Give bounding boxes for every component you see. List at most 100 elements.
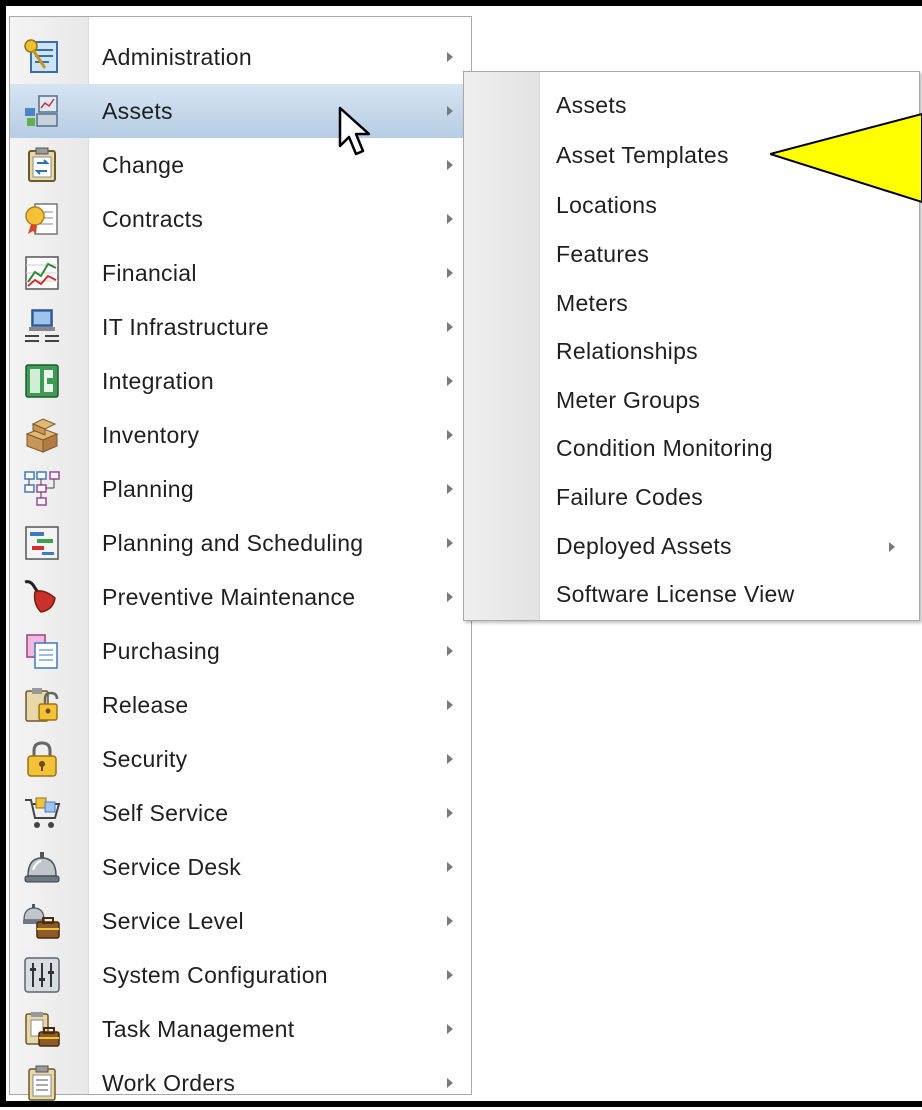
submenu-arrow-icon <box>447 592 453 602</box>
menu-item-label: Planning <box>102 476 194 502</box>
submenu-arrow-icon <box>447 916 453 926</box>
submenu-item-label: Asset Templates <box>556 142 729 168</box>
menu-item-service-desk[interactable]: Service Desk <box>10 840 471 894</box>
task-management-icon <box>23 1010 61 1048</box>
submenu-arrow-icon <box>447 970 453 980</box>
menu-item-task-management[interactable]: Task Management <box>10 1002 471 1056</box>
submenu-item-label: Software License View <box>556 581 795 607</box>
security-icon <box>23 740 61 778</box>
menu-item-label: Contracts <box>102 206 204 232</box>
menu-item-label: Purchasing <box>102 638 221 664</box>
submenu-item-condition-monitoring[interactable]: Condition Monitoring <box>464 425 919 473</box>
submenu-arrow-icon <box>447 538 453 548</box>
menu-item-label: System Configuration <box>102 962 328 988</box>
menu-item-label: IT Infrastructure <box>102 314 270 340</box>
inventory-icon <box>23 416 61 454</box>
submenu-arrow-icon <box>889 542 895 552</box>
it-infrastructure-icon <box>23 308 61 346</box>
menu-item-integration[interactable]: Integration <box>10 354 471 408</box>
menu-item-label: Administration <box>102 44 252 70</box>
preventive-maintenance-icon <box>23 578 61 616</box>
submenu-item-label: Features <box>556 241 650 267</box>
submenu-arrow-icon <box>447 52 453 62</box>
admin-icon <box>23 38 61 76</box>
self-service-icon <box>23 794 61 832</box>
menu-item-planning[interactable]: Planning <box>10 462 471 516</box>
submenu-arrow-icon <box>447 322 453 332</box>
menu-item-release[interactable]: Release <box>10 678 471 732</box>
submenu-item-label: Assets <box>556 92 627 118</box>
submenu-item-relationships[interactable]: Relationships <box>464 328 919 376</box>
mouse-cursor-icon <box>338 106 371 156</box>
menu-item-planning-and-scheduling[interactable]: Planning and Scheduling <box>10 516 471 570</box>
submenu-arrow-icon <box>447 1024 453 1034</box>
submenu-item-software-license-view[interactable]: Software License View <box>464 571 919 619</box>
submenu-item-meter-groups[interactable]: Meter Groups <box>464 377 919 425</box>
submenu-item-label: Deployed Assets <box>556 533 732 559</box>
submenu-arrow-icon <box>447 1078 453 1088</box>
menu-item-label: Security <box>102 746 188 772</box>
menu-item-preventive-maintenance[interactable]: Preventive Maintenance <box>10 570 471 624</box>
change-icon <box>23 146 61 184</box>
menu-item-inventory[interactable]: Inventory <box>10 408 471 462</box>
menu-item-label: Work Orders <box>102 1070 236 1096</box>
submenu-arrow-icon <box>447 160 453 170</box>
menu-item-it-infrastructure[interactable]: IT Infrastructure <box>10 300 471 354</box>
submenu-item-label: Meter Groups <box>556 387 701 413</box>
menu-item-contracts[interactable]: Contracts <box>10 192 471 246</box>
contracts-icon <box>23 200 61 238</box>
planning-icon <box>23 470 61 508</box>
assets-icon <box>23 92 61 130</box>
menu-item-label: Service Desk <box>102 854 242 880</box>
menu-item-work-orders[interactable]: Work Orders <box>10 1056 471 1110</box>
purchasing-icon <box>23 632 61 670</box>
menu-item-label: Preventive Maintenance <box>102 584 356 610</box>
submenu-arrow-icon <box>447 268 453 278</box>
service-level-icon <box>23 902 61 940</box>
menu-item-label: Task Management <box>102 1016 295 1042</box>
submenu-arrow-icon <box>447 862 453 872</box>
submenu-arrow-icon <box>447 376 453 386</box>
submenu-arrow-icon <box>447 646 453 656</box>
submenu-item-meters[interactable]: Meters <box>464 280 919 328</box>
callout-arrow-icon <box>770 112 922 204</box>
release-icon <box>23 686 61 724</box>
menu-item-administration[interactable]: Administration <box>10 30 471 84</box>
menu-item-label: Release <box>102 692 189 718</box>
service-desk-icon <box>23 848 61 886</box>
submenu-arrow-icon <box>447 484 453 494</box>
menu-item-change[interactable]: Change <box>10 138 471 192</box>
submenu-item-label: Relationships <box>556 338 698 364</box>
integration-icon <box>23 362 61 400</box>
menu-item-label: Change <box>102 152 185 178</box>
menu-item-label: Assets <box>102 98 173 124</box>
submenu-arrow-icon <box>447 106 453 116</box>
submenu-item-label: Failure Codes <box>556 484 704 510</box>
submenu-arrow-icon <box>447 214 453 224</box>
menu-item-financial[interactable]: Financial <box>10 246 471 300</box>
menu-item-label: Service Level <box>102 908 244 934</box>
work-orders-icon <box>23 1064 61 1102</box>
menu-item-purchasing[interactable]: Purchasing <box>10 624 471 678</box>
menu-item-system-configuration[interactable]: System Configuration <box>10 948 471 1002</box>
system-configuration-icon <box>23 956 61 994</box>
submenu-arrow-icon <box>447 754 453 764</box>
menu-item-label: Planning and Scheduling <box>102 530 364 556</box>
submenu-item-failure-codes[interactable]: Failure Codes <box>464 474 919 522</box>
submenu-item-deployed-assets[interactable]: Deployed Assets <box>464 523 919 571</box>
submenu-item-label: Locations <box>556 192 658 218</box>
submenu-arrow-icon <box>447 808 453 818</box>
menu-item-label: Self Service <box>102 800 229 826</box>
submenu-item-features[interactable]: Features <box>464 231 919 279</box>
menu-item-assets[interactable]: Assets <box>10 84 471 138</box>
financial-icon <box>23 254 61 292</box>
submenu-item-label: Meters <box>556 290 629 316</box>
planning-scheduling-icon <box>23 524 61 562</box>
submenu-arrow-icon <box>447 700 453 710</box>
menu-item-label: Financial <box>102 260 197 286</box>
menu-item-label: Inventory <box>102 422 200 448</box>
menu-item-self-service[interactable]: Self Service <box>10 786 471 840</box>
menu-item-security[interactable]: Security <box>10 732 471 786</box>
menu-item-service-level[interactable]: Service Level <box>10 894 471 948</box>
submenu-arrow-icon <box>447 430 453 440</box>
